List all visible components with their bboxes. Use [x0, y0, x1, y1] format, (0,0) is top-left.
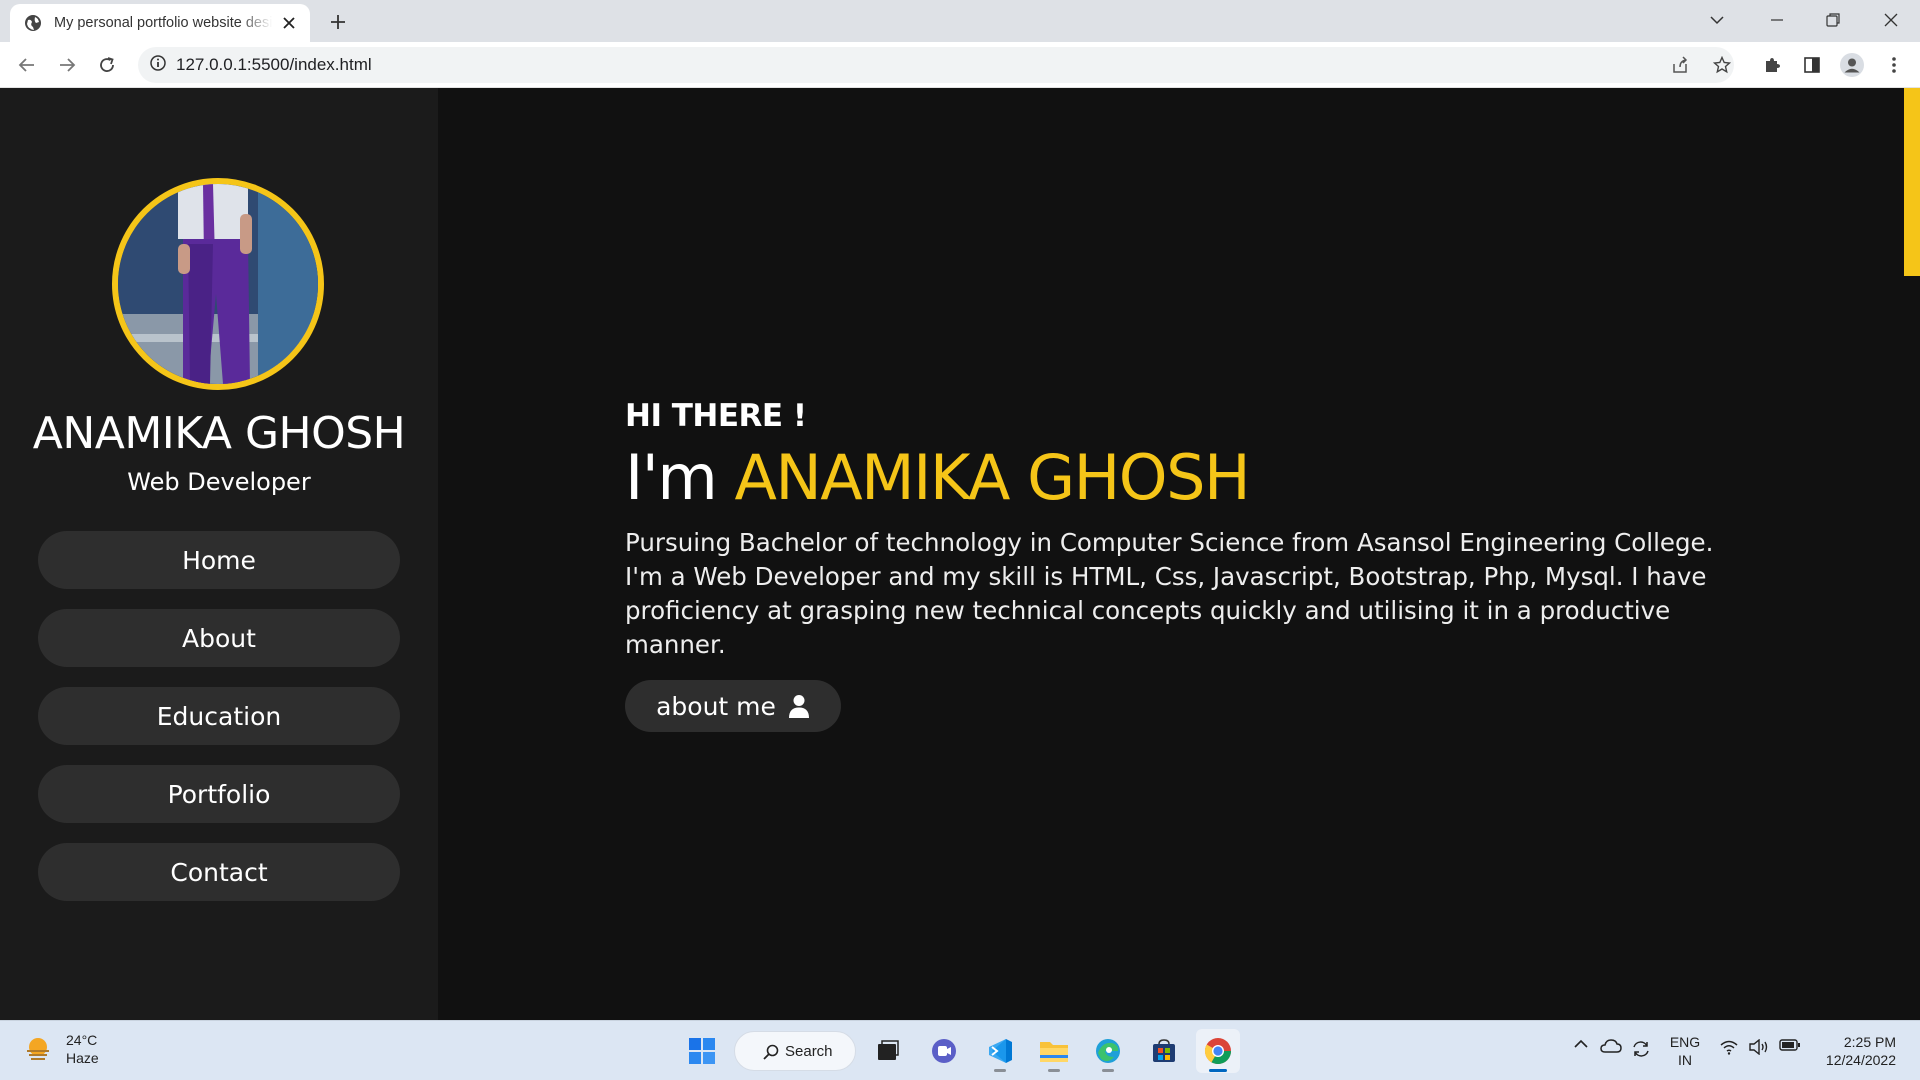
globe-icon: [24, 14, 42, 32]
search-icon: [763, 1044, 779, 1060]
wifi-icon[interactable]: [1718, 1039, 1740, 1055]
restore-button[interactable]: [1810, 4, 1856, 36]
microsoft-store-icon[interactable]: [1142, 1029, 1186, 1073]
task-view-icon[interactable]: [866, 1029, 910, 1073]
running-indicator: [994, 1069, 1006, 1072]
bookmark-star-icon[interactable]: [1708, 51, 1736, 79]
windows-start-icon[interactable]: [680, 1029, 724, 1073]
tab-search-chevron-icon[interactable]: [1694, 4, 1740, 36]
onedrive-cloud-icon[interactable]: [1600, 1039, 1622, 1053]
url-text[interactable]: 127.0.0.1:5500/index.html: [176, 55, 372, 75]
nav-education-button[interactable]: Education: [38, 687, 400, 745]
new-tab-button[interactable]: [326, 10, 350, 34]
extensions-puzzle-icon[interactable]: [1758, 51, 1786, 79]
browser-tab[interactable]: My personal portfolio website design: [10, 4, 310, 42]
battery-icon[interactable]: [1778, 1039, 1802, 1051]
chrome-icon[interactable]: [1196, 1029, 1240, 1073]
input-language-indicator[interactable]: ENG IN: [1668, 1033, 1702, 1069]
about-me-label: about me: [656, 691, 776, 721]
forward-arrow-icon[interactable]: [53, 51, 81, 79]
scrollbar[interactable]: [1902, 88, 1920, 1020]
running-indicator: [1102, 1069, 1114, 1072]
hero-section: HI THERE ! I'm ANAMIKA GHOSH Pursuing Ba…: [625, 398, 1755, 733]
show-hidden-icons-chevron-icon[interactable]: [1572, 1039, 1590, 1049]
taskbar-search-label: Search: [785, 1042, 833, 1060]
weather-description: Haze: [66, 1050, 99, 1066]
info-icon[interactable]: [150, 55, 166, 75]
hero-heading: I'm ANAMIKA GHOSH: [625, 441, 1755, 514]
file-explorer-icon[interactable]: [1032, 1029, 1076, 1073]
sync-icon[interactable]: [1630, 1039, 1652, 1059]
nav-about-button[interactable]: About: [38, 609, 400, 667]
teams-chat-icon[interactable]: [922, 1029, 966, 1073]
nav-contact-button[interactable]: Contact: [38, 843, 400, 901]
address-bar[interactable]: 127.0.0.1:5500/index.html: [138, 47, 1734, 83]
profile-role: Web Developer: [127, 468, 311, 496]
running-indicator: [1048, 1069, 1060, 1072]
haze-sun-icon: [27, 1038, 49, 1060]
clock-date: 12/24/2022: [1825, 1052, 1896, 1068]
profile-photo: [112, 178, 324, 390]
system-clock[interactable]: 2:25 PM 12/24/2022: [1812, 1033, 1896, 1069]
vscode-icon[interactable]: [978, 1029, 1022, 1073]
minimize-button[interactable]: [1754, 4, 1800, 36]
reload-icon[interactable]: [93, 51, 121, 79]
active-indicator: [1209, 1069, 1227, 1072]
weather-temperature: 24°C: [66, 1032, 98, 1048]
browser-toolbar: 127.0.0.1:5500/index.html: [0, 42, 1920, 88]
user-icon: [788, 695, 809, 719]
edge-browser-icon[interactable]: [1086, 1029, 1130, 1073]
tab-title: My personal portfolio website design: [54, 15, 273, 31]
hero-greeting: HI THERE !: [625, 398, 807, 434]
menu-dots-icon[interactable]: [1880, 51, 1908, 79]
back-arrow-icon[interactable]: [13, 51, 41, 79]
page-viewport: ANAMIKA GHOSH Web Developer Home About E…: [0, 88, 1920, 1020]
hero-heading-name: ANAMIKA GHOSH: [734, 441, 1250, 514]
side-panel-icon[interactable]: [1798, 51, 1826, 79]
taskbar: 24°C Haze Search ENG IN 2:25 PM 12/24/20…: [0, 1020, 1920, 1080]
browser-tab-strip: My personal portfolio website design: [0, 0, 1920, 42]
close-window-button[interactable]: [1868, 4, 1914, 36]
profile-avatar-icon[interactable]: [1838, 51, 1866, 79]
share-icon[interactable]: [1666, 51, 1694, 79]
volume-icon[interactable]: [1748, 1039, 1770, 1055]
profile-name: ANAMIKA GHOSH: [32, 408, 406, 459]
scrollbar-thumb[interactable]: [1904, 88, 1920, 276]
sidebar: ANAMIKA GHOSH Web Developer Home About E…: [0, 88, 438, 1020]
language-code: ENG: [1669, 1034, 1701, 1050]
clock-time: 2:25 PM: [1843, 1034, 1896, 1050]
hero-description: Pursuing Bachelor of technology in Compu…: [625, 528, 1714, 660]
region-code: IN: [1678, 1052, 1692, 1068]
weather-widget[interactable]: 24°C Haze: [24, 1031, 99, 1067]
nav-portfolio-button[interactable]: Portfolio: [38, 765, 400, 823]
nav-home-button[interactable]: Home: [38, 531, 400, 589]
close-tab-icon[interactable]: [278, 12, 300, 34]
about-me-button[interactable]: about me: [625, 680, 841, 733]
taskbar-search-box[interactable]: Search: [734, 1031, 856, 1071]
hero-heading-prefix: I'm: [625, 441, 718, 514]
